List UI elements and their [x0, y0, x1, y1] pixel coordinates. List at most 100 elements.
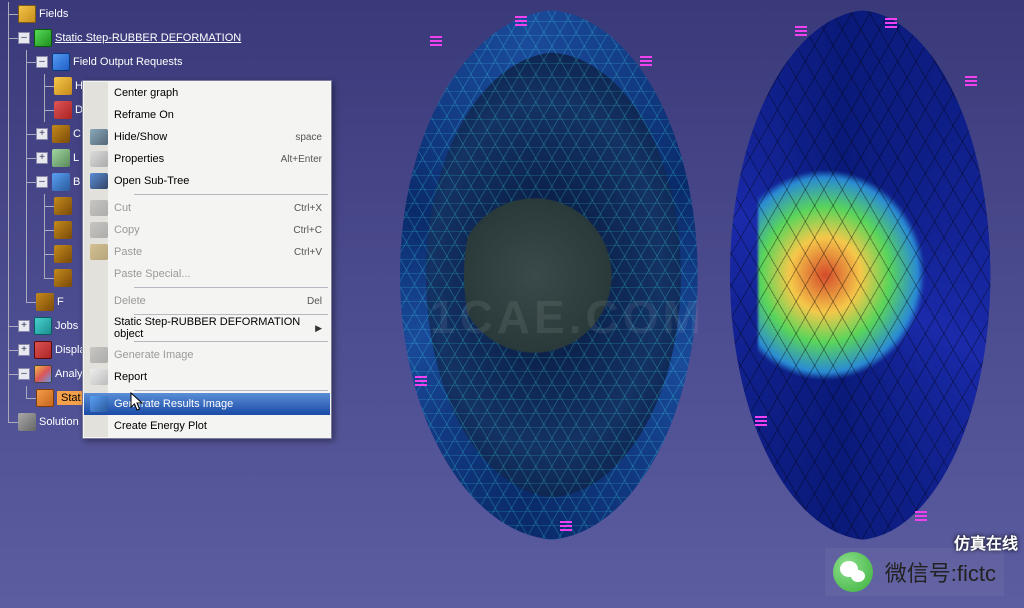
bc-marker	[885, 22, 897, 24]
tree-node-fields-partial[interactable]: Fields	[0, 2, 340, 26]
menu-label: Generate Image	[114, 349, 322, 361]
bc-marker	[560, 525, 572, 527]
h-icon	[54, 77, 72, 95]
node-label: Analy	[55, 368, 83, 380]
blank-icon	[90, 266, 108, 282]
node-label: Static Step-RUBBER DEFORMATION	[55, 32, 241, 44]
menu-label: Create Energy Plot	[114, 420, 322, 432]
menu-generate-image: Generate Image	[84, 344, 330, 366]
mesh-overlay	[400, 10, 720, 540]
watermark-text: 1CAE.COM	[430, 290, 705, 344]
node-label: C	[73, 128, 81, 140]
menu-step-object[interactable]: Static Step-RUBBER DEFORMATION object ▶	[84, 317, 330, 339]
blank-icon	[90, 85, 108, 101]
tree-node-field-output[interactable]: – Field Output Requests	[0, 50, 340, 74]
menu-label: Paste Special...	[114, 268, 322, 280]
menu-label: Generate Results Image	[114, 398, 322, 410]
menu-label: Cut	[114, 202, 294, 214]
blank-icon	[90, 293, 108, 309]
expand-toggle[interactable]: +	[36, 152, 48, 164]
menu-cut: Cut Ctrl+X	[84, 197, 330, 219]
bc-marker	[515, 20, 527, 22]
collapse-toggle[interactable]: –	[36, 176, 48, 188]
node-label: Jobs	[55, 320, 78, 332]
display-icon	[34, 341, 52, 359]
menu-paste-special: Paste Special...	[84, 263, 330, 285]
node-label: Field Output Requests	[73, 56, 182, 68]
menu-label: Static Step-RUBBER DEFORMATION object	[114, 316, 315, 340]
menu-label: Reframe On	[114, 109, 322, 121]
node-label: L	[73, 152, 79, 164]
context-menu[interactable]: Center graph Reframe On Hide/Show space …	[82, 80, 332, 439]
subtree-icon	[90, 173, 108, 189]
wechat-icon	[833, 552, 873, 592]
menu-shortcut: Alt+Enter	[281, 154, 322, 165]
collapse-toggle[interactable]: –	[36, 56, 48, 68]
static-icon	[36, 389, 54, 407]
menu-reframe-on[interactable]: Reframe On	[84, 104, 330, 126]
submenu-arrow-icon: ▶	[315, 323, 322, 334]
footer-label: 微信号:fictc	[885, 556, 996, 588]
output-icon	[52, 53, 70, 71]
menu-shortcut: Del	[307, 296, 322, 307]
collapse-toggle[interactable]: –	[18, 368, 30, 380]
bc-marker	[755, 420, 767, 422]
c-icon	[52, 125, 70, 143]
bc-marker	[430, 40, 442, 42]
node-label: Displa	[55, 344, 86, 356]
menu-separator	[134, 314, 328, 315]
menu-label: Delete	[114, 295, 307, 307]
menu-paste: Paste Ctrl+V	[84, 241, 330, 263]
menu-separator	[134, 390, 328, 391]
menu-properties[interactable]: Properties Alt+Enter	[84, 148, 330, 170]
step-icon	[34, 29, 52, 47]
d-icon	[54, 101, 72, 119]
menu-open-subtree[interactable]: Open Sub-Tree	[84, 170, 330, 192]
node-label: Fields	[39, 8, 68, 20]
bc-marker	[640, 60, 652, 62]
mesh-part-original[interactable]	[400, 10, 720, 540]
blank-icon	[90, 418, 108, 434]
blank-icon	[90, 320, 108, 336]
mesh-part-result[interactable]	[730, 10, 1010, 540]
menu-separator	[134, 287, 328, 288]
field-icon	[18, 5, 36, 23]
bc-icon	[54, 197, 72, 215]
sensors-icon	[18, 413, 36, 431]
report-icon	[90, 369, 108, 385]
mesh-overlay	[730, 10, 1010, 540]
generate-image-icon	[90, 347, 108, 363]
menu-create-energy-plot[interactable]: Create Energy Plot	[84, 415, 330, 437]
bc-icon	[54, 245, 72, 263]
menu-label: Report	[114, 371, 322, 383]
collapse-toggle[interactable]: –	[18, 32, 30, 44]
properties-icon	[90, 151, 108, 167]
bc-marker	[795, 30, 807, 32]
bc-marker	[915, 515, 927, 517]
analysis-icon	[34, 365, 52, 383]
bc-icon	[54, 269, 72, 287]
expand-toggle[interactable]: +	[18, 320, 30, 332]
results-image-icon	[90, 396, 108, 412]
jobs-icon	[34, 317, 52, 335]
menu-center-graph[interactable]: Center graph	[84, 82, 330, 104]
paste-icon	[90, 244, 108, 260]
tree-node-static-step[interactable]: – Static Step-RUBBER DEFORMATION	[0, 26, 340, 50]
menu-label: Open Sub-Tree	[114, 175, 322, 187]
footer-bar: 微信号:fictc	[825, 548, 1004, 596]
menu-separator	[134, 341, 328, 342]
bc-icon	[54, 221, 72, 239]
expand-toggle[interactable]: +	[36, 128, 48, 140]
node-label: F	[57, 296, 64, 308]
node-label: B	[73, 176, 80, 188]
menu-hide-show[interactable]: Hide/Show space	[84, 126, 330, 148]
expand-toggle[interactable]: +	[18, 344, 30, 356]
l-icon	[52, 149, 70, 167]
menu-report[interactable]: Report	[84, 366, 330, 388]
menu-label: Copy	[114, 224, 293, 236]
menu-label: Properties	[114, 153, 281, 165]
copy-icon	[90, 222, 108, 238]
menu-generate-results-image[interactable]: Generate Results Image	[84, 393, 330, 415]
menu-delete: Delete Del	[84, 290, 330, 312]
hide-show-icon	[90, 129, 108, 145]
